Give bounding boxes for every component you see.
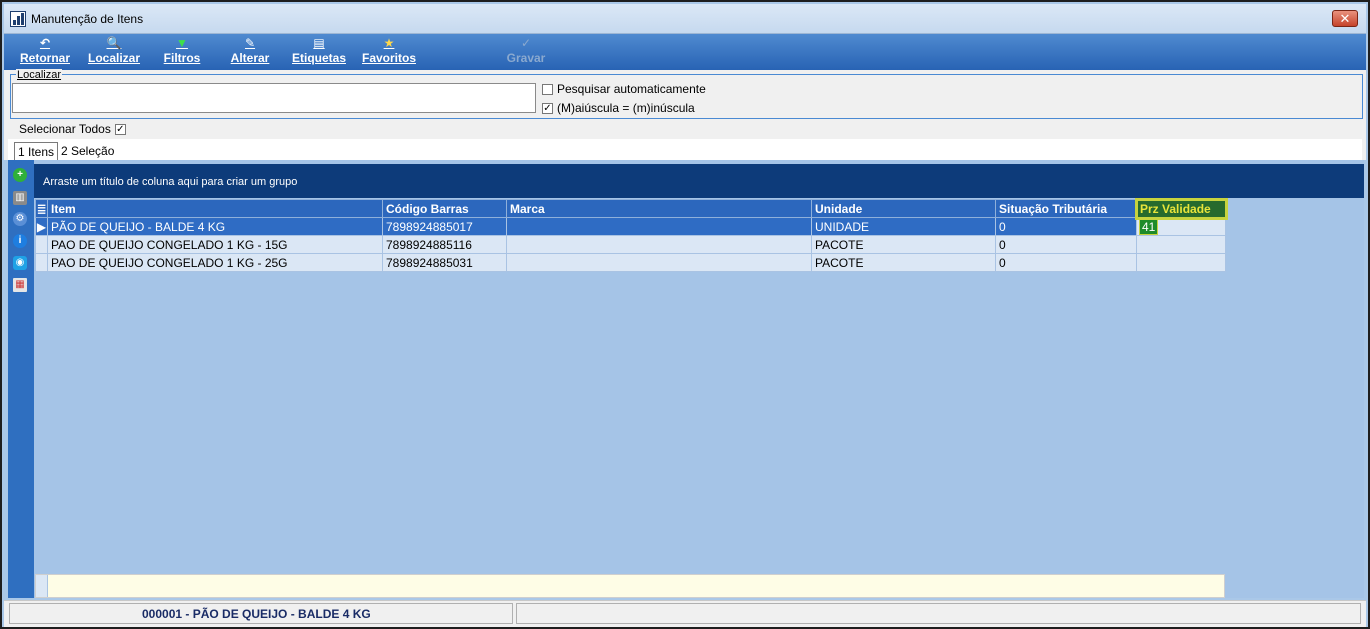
undo-icon: ↶ (39, 36, 51, 50)
title-bar: Manutenção de Itens ✕ (4, 4, 1366, 34)
select-all-option[interactable]: Selecionar Todos ✓ (19, 122, 126, 136)
auto-search-label: Pesquisar automaticamente (557, 82, 706, 96)
retornar-button[interactable]: ↶ Retornar (16, 35, 74, 68)
cell-unidade[interactable]: PACOTE (811, 253, 996, 272)
cell-codigo-barras[interactable]: 7898924885017 (382, 217, 507, 236)
info-icon[interactable]: i (13, 234, 27, 248)
status-current-item: 000001 - PÃO DE QUEIJO - BALDE 4 KG (9, 603, 513, 624)
column-header-marca[interactable]: Marca (506, 199, 812, 218)
prz-validade-input[interactable]: 41 (1138, 218, 1159, 235)
filter-icon: ▼ (176, 36, 188, 50)
column-header-codigo-barras[interactable]: Código Barras (382, 199, 507, 218)
column-header-item[interactable]: Item (47, 199, 383, 218)
cell-unidade[interactable]: UNIDADE (811, 217, 996, 236)
side-toolbar: + ▥ ⚙ i ◉ ▦ (8, 160, 34, 598)
select-all-checkbox[interactable]: ✓ (114, 123, 126, 135)
favoritos-label: Favoritos (361, 51, 416, 65)
tab-selecao[interactable]: 2 Seleção (58, 142, 117, 160)
cell-item[interactable]: PÃO DE QUEIJO - BALDE 4 KG (47, 217, 383, 236)
gear-icon[interactable]: ⚙ (13, 212, 27, 226)
gravar-button: ✓ Gravar (504, 35, 548, 68)
etiquetas-label: Etiquetas (291, 51, 346, 65)
edit-icon: ✎ (244, 36, 256, 50)
tab-itens[interactable]: 1 Itens (14, 142, 59, 160)
column-header-unidade[interactable]: Unidade (811, 199, 996, 218)
cell-prz-validade[interactable] (1136, 253, 1226, 272)
filtros-label: Filtros (163, 51, 201, 65)
status-bar: 000001 - PÃO DE QUEIJO - BALDE 4 KG (4, 600, 1366, 627)
select-all-label: Selecionar Todos (19, 122, 111, 136)
cell-situacao-tributaria[interactable]: 0 (995, 235, 1137, 254)
app-chart-icon (10, 11, 26, 27)
table-row[interactable]: PAO DE QUEIJO CONGELADO 1 KG - 15G 78989… (35, 235, 1226, 254)
localizar-button[interactable]: 🔍 Localizar (86, 35, 142, 68)
row-indicator-icon: ▶ (35, 217, 48, 236)
etiquetas-button[interactable]: ▤ Etiquetas (291, 35, 347, 68)
alterar-button[interactable]: ✎ Alterar (228, 35, 272, 68)
localizar-label: Localizar (87, 51, 141, 65)
cell-item[interactable]: PAO DE QUEIJO CONGELADO 1 KG - 25G (47, 253, 383, 272)
row-indicator (35, 235, 48, 254)
close-button[interactable]: ✕ (1332, 10, 1358, 27)
items-grid: ≣ Item Código Barras Marca Unidade Situa… (35, 197, 1228, 272)
gravar-label: Gravar (506, 51, 546, 65)
grid-footer-row (35, 574, 1225, 598)
tab-strip (8, 139, 1362, 160)
retornar-label: Retornar (19, 51, 70, 65)
cell-prz-validade[interactable] (1136, 235, 1226, 254)
cell-prz-validade-editor[interactable]: 41 (1136, 217, 1226, 236)
auto-search-option[interactable]: Pesquisar automaticamente (542, 82, 706, 96)
window-title: Manutenção de Itens (31, 12, 144, 26)
printer-icon: ▤ (313, 36, 325, 50)
column-header-situacao-tributaria[interactable]: Situação Tributária (995, 199, 1137, 218)
grid-export-icon[interactable]: ▦ (13, 278, 27, 292)
add-icon[interactable]: + (13, 168, 27, 182)
cell-codigo-barras[interactable]: 7898924885031 (382, 253, 507, 272)
cell-unidade[interactable]: PACOTE (811, 235, 996, 254)
table-row[interactable]: PAO DE QUEIJO CONGELADO 1 KG - 25G 78989… (35, 253, 1226, 272)
cell-marca[interactable] (506, 253, 812, 272)
cell-situacao-tributaria[interactable]: 0 (995, 253, 1137, 272)
trash-icon[interactable]: ▥ (13, 191, 27, 205)
cell-marca[interactable] (506, 235, 812, 254)
app-window: Manutenção de Itens ✕ ↶ Retornar 🔍 Local… (0, 0, 1370, 629)
status-panel-2 (516, 603, 1361, 624)
footer-indicator (36, 575, 48, 597)
toolbar: ↶ Retornar 🔍 Localizar ▼ Filtros ✎ Alter… (4, 34, 1366, 70)
column-header-prz-validade[interactable]: Prz Validade (1134, 197, 1228, 220)
search-input[interactable] (12, 83, 536, 113)
auto-search-checkbox[interactable] (542, 83, 553, 95)
cell-codigo-barras[interactable]: 7898924885116 (382, 235, 507, 254)
cell-item[interactable]: PAO DE QUEIJO CONGELADO 1 KG - 15G (47, 235, 383, 254)
group-by-bar[interactable]: Arraste um título de coluna aqui para cr… (34, 164, 1364, 198)
case-checkbox[interactable]: ✓ (542, 102, 553, 114)
column-chooser-icon[interactable]: ≣ (35, 199, 48, 218)
checkmark-icon: ✓ (520, 36, 532, 50)
localizar-group-label: Localizar (16, 69, 63, 81)
grid-header-row: ≣ Item Código Barras Marca Unidade Situa… (35, 197, 1228, 220)
cell-situacao-tributaria[interactable]: 0 (995, 217, 1137, 236)
favoritos-button[interactable]: ★ Favoritos (360, 35, 418, 68)
case-option[interactable]: ✓ (M)aiúscula = (m)inúscula (542, 101, 695, 115)
star-icon: ★ (383, 36, 395, 50)
table-row[interactable]: ▶ PÃO DE QUEIJO - BALDE 4 KG 78989248850… (35, 217, 1226, 236)
case-label: (M)aiúscula = (m)inúscula (557, 101, 695, 115)
cell-marca[interactable] (506, 217, 812, 236)
filtros-button[interactable]: ▼ Filtros (162, 35, 202, 68)
alterar-label: Alterar (230, 51, 270, 65)
camera-icon[interactable]: ◉ (13, 256, 27, 270)
search-icon: 🔍 (106, 36, 122, 50)
row-indicator (35, 253, 48, 272)
